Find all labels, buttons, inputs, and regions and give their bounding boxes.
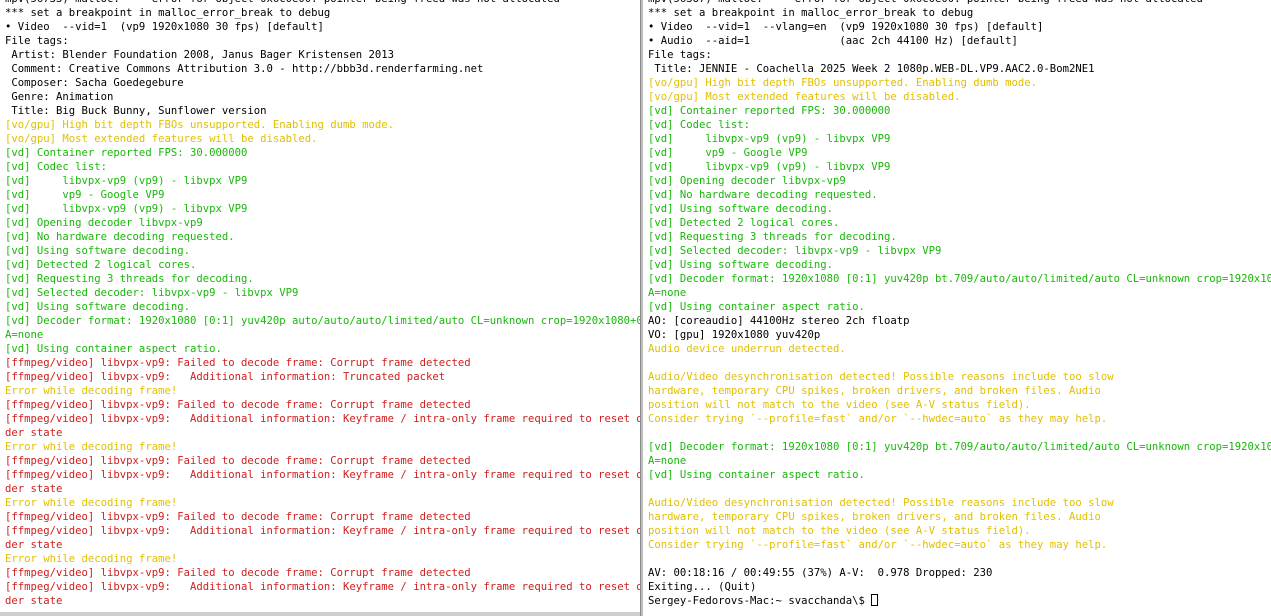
terminal-line: A=none [648,287,687,299]
terminal-line: [ffmpeg/video] libvpx-vp9: Failed to dec… [5,399,471,411]
terminal-line: • Video --vid=1 --vlang=en (vp9 1920x108… [648,21,1044,33]
terminal-line: der state [5,595,63,607]
terminal-line: der state [5,427,63,439]
terminal-line: [vd] Using container aspect ratio. [648,301,865,313]
terminal-line: Exiting... (Quit) [648,581,757,593]
terminal-output-right: mpv(56387) malloc: *** error for object … [648,0,1271,608]
terminal-line: [vd] Requesting 3 threads for decoding. [648,231,897,243]
terminal-line: Error while decoding frame! [5,497,178,509]
terminal-line: Consider trying `--profile=fast` and/or … [648,539,1108,551]
terminal-line: [ffmpeg/video] libvpx-vp9: Additional in… [5,469,640,481]
terminal-line: [vd] Container reported FPS: 30.000000 [648,105,891,117]
terminal-line: [vd] Decoder format: 1920x1080 [0:1] yuv… [5,315,640,327]
terminal-output-left: mpv(56733) malloc: *** error for object … [5,0,640,608]
terminal-line: [ffmpeg/video] libvpx-vp9: Additional in… [5,413,640,425]
terminal-line: [vd] Using software decoding. [648,203,833,215]
terminal-line: Audio/Video desynchronisation detected! … [648,371,1114,383]
terminal-line: [ffmpeg/video] libvpx-vp9: Failed to dec… [5,511,471,523]
terminal-line: A=none [648,455,687,467]
terminal-line: [vd] Codec list: [5,161,108,173]
terminal-line: • Video --vid=1 (vp9 1920x1080 30 fps) [… [5,21,324,33]
text-cursor [871,594,879,606]
terminal-line: [vd] Detected 2 logical cores. [5,259,197,271]
terminal-line: AV: 00:18:16 / 00:49:55 (37%) A-V: 0.978… [648,567,993,579]
terminal-line: [vd] Selected decoder: libvpx-vp9 - libv… [5,287,299,299]
terminal-line: Consider trying `--profile=fast` and/or … [648,413,1108,425]
terminal-line: Error while decoding frame! [5,553,178,565]
terminal-line: hardware, temporary CPU spikes, broken d… [648,511,1101,523]
terminal-line: File tags: [5,35,69,47]
terminal-line: *** set a breakpoint in malloc_error_bre… [5,7,331,19]
terminal-line: *** set a breakpoint in malloc_error_bre… [648,7,974,19]
terminal-line: Genre: Animation [5,91,114,103]
terminal-line: [vd] Requesting 3 threads for decoding. [5,273,254,285]
terminal-line: File tags: [648,49,712,61]
terminal-line: [vd] Container reported FPS: 30.000000 [5,147,248,159]
terminal-line: der state [5,539,63,551]
terminal-line: [vd] Using container aspect ratio. [5,343,222,355]
shell-prompt: Sergey-Fedorovs-Mac:~ svacchanda\$ [648,595,872,607]
terminal-line: [vd] Using software decoding. [5,245,190,257]
terminal-line: [vo/gpu] Most extended features will be … [648,91,961,103]
terminal-line: VO: [gpu] 1920x1080 yuv420p [648,329,821,341]
terminal-line: • Audio --aid=1 (aac 2ch 44100 Hz) [defa… [648,35,1018,47]
terminal-line: [vd] Codec list: [648,119,751,131]
terminal-pane-left[interactable]: mpv(56733) malloc: *** error for object … [0,0,640,616]
terminal-line: hardware, temporary CPU spikes, broken d… [648,385,1101,397]
terminal-line: [ffmpeg/video] libvpx-vp9: Failed to dec… [5,455,471,467]
terminal-line: [vo/gpu] High bit depth FBOs unsupported… [5,119,395,131]
terminal-line: [vd] vp9 - Google VP9 [5,189,165,201]
terminal-line: [vo/gpu] Most extended features will be … [5,133,318,145]
terminal-line: [ffmpeg/video] libvpx-vp9: Failed to dec… [5,357,471,369]
terminal-line: Error while decoding frame! [5,441,178,453]
terminal-pane-right[interactable]: mpv(56387) malloc: *** error for object … [643,0,1271,616]
terminal-line: Title: JENNIE - Coachella 2025 Week 2 10… [648,63,1095,75]
terminal-line: [vd] Using container aspect ratio. [648,469,865,481]
terminal-line: Title: Big Buck Bunny, Sunflower version [5,105,267,117]
terminal-line: Comment: Creative Commons Attribution 3.… [5,63,484,75]
terminal-line: [vd] libvpx-vp9 (vp9) - libvpx VP9 [648,161,891,173]
terminal-line: [ffmpeg/video] libvpx-vp9: Additional in… [5,525,640,537]
terminal-line: [ffmpeg/video] libvpx-vp9: Additional in… [5,581,640,593]
terminal-line: [vd] Detected 2 logical cores. [648,217,840,229]
terminal-line: [vo/gpu] High bit depth FBOs unsupported… [648,77,1038,89]
terminal-line: [vd] Using software decoding. [5,301,190,313]
terminal-line: Audio device underrun detected. [648,343,846,355]
terminal-line: der state [5,483,63,495]
terminal-line: [vd] Using software decoding. [648,259,833,271]
terminal-line: AO: [coreaudio] 44100Hz stereo 2ch float… [648,315,910,327]
terminal-line: [vd] Opening decoder libvpx-vp9 [5,217,203,229]
terminal-line: [vd] libvpx-vp9 (vp9) - libvpx VP9 [5,175,248,187]
terminal-line: [ffmpeg/video] libvpx-vp9: Failed to dec… [5,567,471,579]
terminal-screen: mpv(56733) malloc: *** error for object … [0,0,1271,616]
terminal-line: [vd] Opening decoder libvpx-vp9 [648,175,846,187]
terminal-line: [vd] vp9 - Google VP9 [648,147,808,159]
terminal-line: position will not match to the video (se… [648,525,1031,537]
terminal-line: Composer: Sacha Goedegebure [5,77,184,89]
terminal-line: Error while decoding frame! [5,385,178,397]
terminal-line: position will not match to the video (se… [648,399,1031,411]
terminal-line: [vd] Decoder format: 1920x1080 [0:1] yuv… [648,273,1271,285]
window-bottom-edge [0,612,640,616]
terminal-line: [vd] Selected decoder: libvpx-vp9 - libv… [648,245,942,257]
terminal-line: Artist: Blender Foundation 2008, Janus B… [5,49,395,61]
terminal-line: [vd] No hardware decoding requested. [5,231,235,243]
terminal-line: [vd] libvpx-vp9 (vp9) - libvpx VP9 [648,133,891,145]
terminal-line: [vd] No hardware decoding requested. [648,189,878,201]
terminal-line: [ffmpeg/video] libvpx-vp9: Additional in… [5,371,446,383]
terminal-line: [vd] libvpx-vp9 (vp9) - libvpx VP9 [5,203,248,215]
shell-prompt-line[interactable]: Sergey-Fedorovs-Mac:~ svacchanda\$ [648,594,1271,608]
terminal-line: [vd] Decoder format: 1920x1080 [0:1] yuv… [648,441,1271,453]
terminal-line: A=none [5,329,44,341]
terminal-line: Audio/Video desynchronisation detected! … [648,497,1114,509]
